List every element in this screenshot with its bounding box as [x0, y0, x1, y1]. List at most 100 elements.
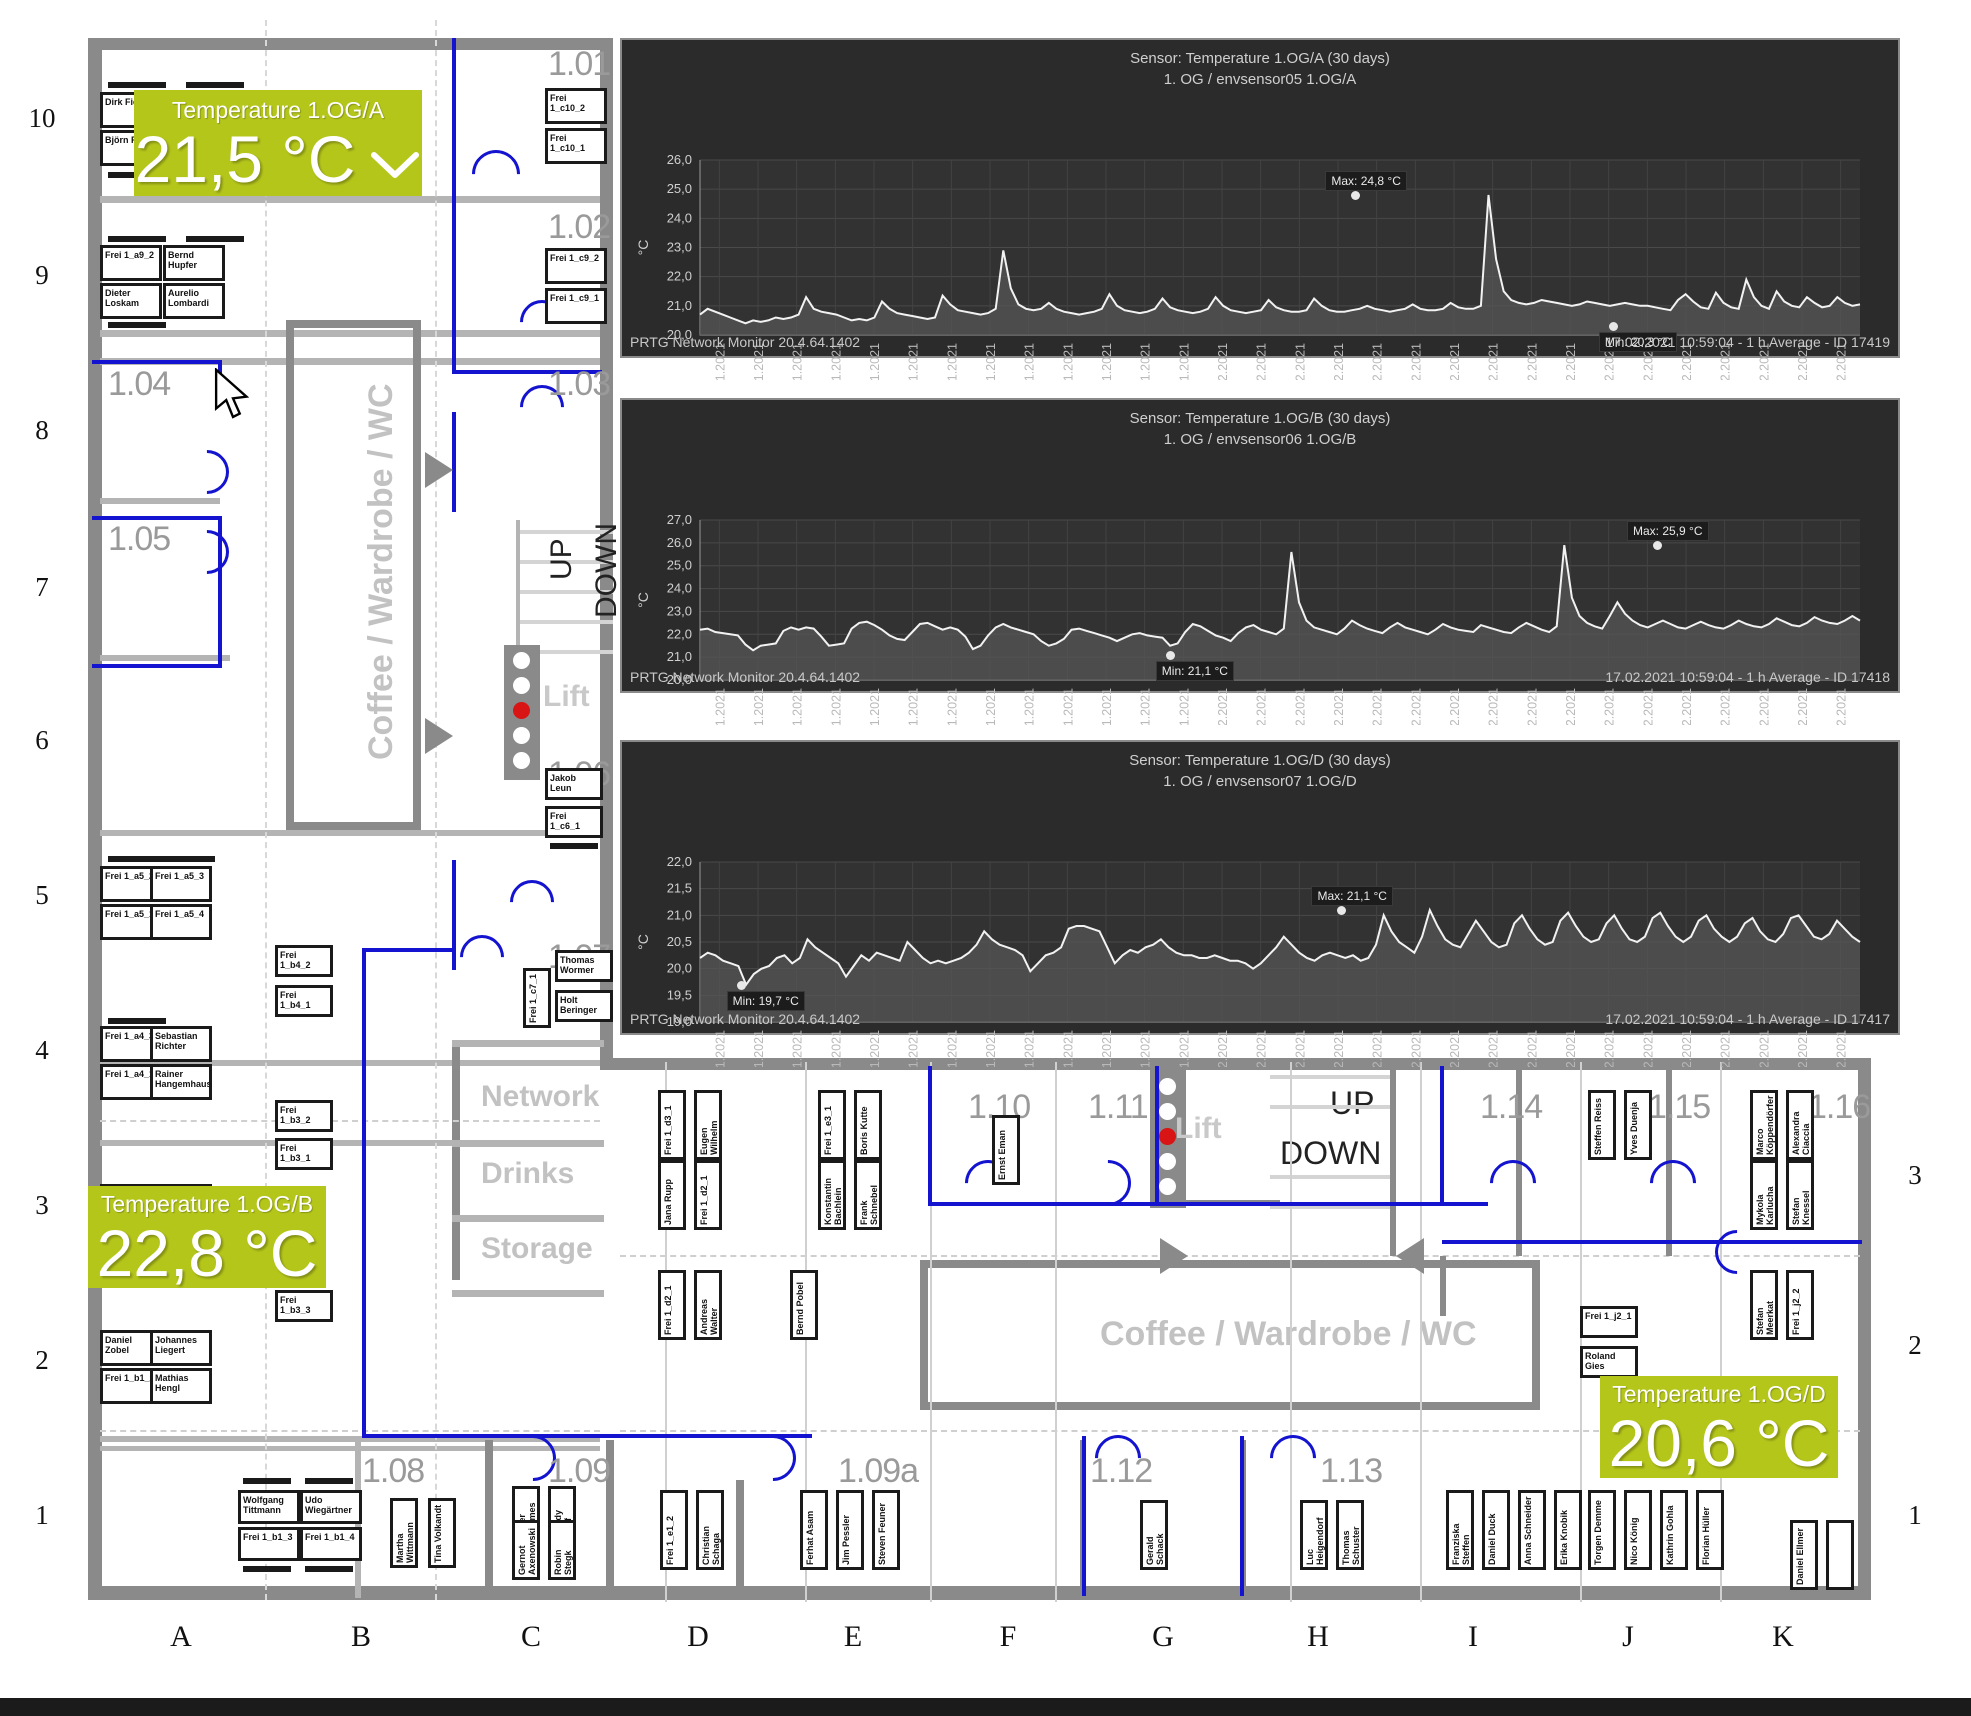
- zone-label-lift-upper: Lift: [543, 680, 590, 713]
- nameplate[interactable]: Steven Feuner: [872, 1490, 900, 1570]
- badge-temp-b[interactable]: Temperature 1.OG/B 22,8 °C: [88, 1186, 326, 1288]
- nameplate[interactable]: Rainer Hangemhausen: [150, 1064, 212, 1100]
- nameplate[interactable]: Marco Köppendörfer: [1750, 1090, 1778, 1160]
- nameplate[interactable]: Ernst Eman: [992, 1115, 1020, 1185]
- svg-text:27,0: 27,0: [667, 512, 692, 527]
- nameplate[interactable]: Luc Heigendorf: [1300, 1500, 1328, 1570]
- nameplate[interactable]: Martha Wittmann: [390, 1498, 418, 1568]
- nameplate[interactable]: Aurelio Lombardi: [163, 283, 225, 319]
- svg-text:24.01.2021: 24.01.2021: [907, 688, 921, 725]
- svg-text:30.01.2021: 30.01.2021: [1139, 1030, 1153, 1067]
- nameplate[interactable]: Frei 1_b4_2: [275, 945, 333, 977]
- nameplate[interactable]: Andreas Walter: [694, 1270, 722, 1340]
- nameplate[interactable]: Frei 1_b1_4: [300, 1527, 362, 1561]
- nameplate[interactable]: Bernd Hupfer: [163, 245, 225, 281]
- nameplate[interactable]: Frei 1_d3_1: [658, 1090, 686, 1160]
- nameplate[interactable]: Frei 1_a5_4: [150, 904, 212, 940]
- nameplate[interactable]: Jim Pessler: [836, 1490, 864, 1570]
- nameplate[interactable]: Dieter Loskam: [100, 283, 162, 319]
- ruler-col-h: H: [1307, 1620, 1329, 1653]
- nameplate[interactable]: [1826, 1520, 1854, 1590]
- ruler-col-j: J: [1622, 1620, 1634, 1653]
- nameplate[interactable]: Stefan Meerkat: [1750, 1270, 1778, 1340]
- nameplate[interactable]: Florian Hüller: [1696, 1490, 1724, 1570]
- nameplate[interactable]: Holt Beringer: [555, 990, 613, 1022]
- svg-text:03.02.2021: 03.02.2021: [1293, 1030, 1307, 1067]
- chart-temp-b-panel[interactable]: Sensor: Temperature 1.OG/B (30 days) 1. …: [620, 398, 1900, 725]
- nameplate[interactable]: Ferhat Asam: [800, 1490, 828, 1570]
- chart-footer-left: PRTG Network Monitor 20.4.64.1402: [630, 334, 861, 350]
- nameplate[interactable]: Frei 1_j2_1: [1580, 1306, 1638, 1338]
- nameplate[interactable]: Frei 1_c9_1: [545, 288, 607, 324]
- badge-temp-a[interactable]: Temperature 1.OG/A 21,5 °C: [134, 90, 422, 196]
- nameplate[interactable]: Frei 1_e3_1: [818, 1090, 846, 1160]
- door-line-18: [1082, 1436, 1086, 1596]
- nameplate[interactable]: Tina Volkandt: [428, 1498, 456, 1568]
- nameplate[interactable]: Thomas Wormer: [555, 950, 613, 982]
- ruler-col-c: C: [520, 1620, 541, 1653]
- nameplate[interactable]: Franziska Steffen: [1446, 1490, 1474, 1570]
- nameplate[interactable]: Jana Rupp: [658, 1160, 686, 1230]
- nameplate[interactable]: Johannes Liegert: [150, 1330, 212, 1366]
- nameplate[interactable]: Thomas Schuster: [1336, 1500, 1364, 1570]
- nameplate[interactable]: Eugen Wilhelm: [694, 1090, 722, 1160]
- nameplate[interactable]: Mykola Karlucha: [1750, 1160, 1778, 1230]
- nameplate[interactable]: Christian Schaga: [696, 1490, 724, 1570]
- nameplate[interactable]: Alexandra Ciaccia: [1786, 1090, 1814, 1160]
- nameplate[interactable]: Kathrin Gohla: [1660, 1490, 1688, 1570]
- nameplate[interactable]: Daniel Duck: [1482, 1490, 1510, 1570]
- nameplate[interactable]: Frei 1_b3_3: [275, 1290, 333, 1322]
- nameplate[interactable]: Frei 1_c9_2: [545, 248, 607, 284]
- nameplate[interactable]: Sebastian Richter: [150, 1026, 212, 1062]
- nameplate[interactable]: Frei 1_e1_2: [660, 1490, 688, 1570]
- nameplate[interactable]: Frei 1_b1_3: [238, 1527, 300, 1561]
- nameplate[interactable]: Bernd Pobel: [790, 1270, 818, 1340]
- nameplate[interactable]: Steffen Reiss: [1588, 1090, 1616, 1160]
- nameplate[interactable]: Yves Duenja: [1624, 1090, 1652, 1160]
- nameplate[interactable]: Frei 1_d2_1: [658, 1270, 686, 1340]
- nameplate[interactable]: Frei 1_c7_1: [523, 968, 551, 1028]
- nameplate[interactable]: Roland Gies: [1580, 1346, 1638, 1378]
- nameplate[interactable]: Frei 1_b4_1: [275, 985, 333, 1017]
- nameplate[interactable]: Frei 1_b3_1: [275, 1138, 333, 1170]
- nameplate[interactable]: Torgen Demme: [1588, 1490, 1616, 1570]
- nameplate[interactable]: Stefan Knessel: [1786, 1160, 1814, 1230]
- svg-text:24,0: 24,0: [667, 581, 692, 596]
- door-line-12: [362, 1434, 812, 1438]
- service-div-2: [452, 1215, 604, 1222]
- ruler-col-a: A: [170, 1620, 192, 1653]
- nameplate[interactable]: Frei 1_c10_1: [545, 128, 607, 164]
- nameplate[interactable]: Mathias Hengl: [150, 1368, 212, 1404]
- nameplate[interactable]: Frei 1_d2_1: [694, 1160, 722, 1230]
- svg-text:02.02.2021: 02.02.2021: [1255, 1030, 1269, 1067]
- nameplate[interactable]: Daniel Ellmer: [1790, 1520, 1818, 1590]
- nameplate[interactable]: Konstantin Bachlein: [818, 1160, 846, 1230]
- svg-text:22,0: 22,0: [667, 854, 692, 869]
- nameplate[interactable]: Gerald Schack: [1140, 1500, 1168, 1570]
- nameplate[interactable]: Frei 1_a9_2: [100, 245, 162, 281]
- nameplate[interactable]: Frei 1_a5_3: [150, 866, 212, 902]
- badge-temp-d[interactable]: Temperature 1.OG/D 20,6 °C: [1600, 1376, 1838, 1478]
- nameplate[interactable]: Anna Schneider: [1518, 1490, 1546, 1570]
- chevron-down-icon[interactable]: [369, 124, 421, 194]
- desk-line: [243, 1478, 291, 1484]
- door-line-4: [92, 360, 222, 364]
- nameplate[interactable]: Nico König: [1624, 1490, 1652, 1570]
- chart-temp-a-panel[interactable]: Sensor: Temperature 1.OG/A (30 days) 1. …: [620, 38, 1900, 380]
- nameplate[interactable]: Erika Knobik: [1554, 1490, 1582, 1570]
- nameplate[interactable]: Frei 1_j2_2: [1786, 1270, 1814, 1340]
- nameplate[interactable]: Jakob Leun: [545, 768, 603, 800]
- nameplate[interactable]: Robin Stegk: [548, 1520, 576, 1580]
- nameplate[interactable]: Frei 1_c10_2: [545, 88, 607, 124]
- nameplate[interactable]: Wolfgang Tittmann: [238, 1490, 300, 1524]
- nameplate[interactable]: Gernot Axenowski: [512, 1520, 540, 1580]
- nameplate[interactable]: Boris Kutte: [854, 1090, 882, 1160]
- chart-temp-d-panel[interactable]: Sensor: Temperature 1.OG/D (30 days) 1. …: [620, 740, 1900, 1067]
- nameplate[interactable]: Udo Wiegärtner: [300, 1490, 362, 1524]
- wall-outer-right: [1858, 1058, 1871, 1598]
- nameplate[interactable]: Frei 1_c6_1: [545, 806, 603, 838]
- nameplate[interactable]: Frank Schnebel: [854, 1160, 882, 1230]
- chart-footer-left: PRTG Network Monitor 20.4.64.1402: [630, 1011, 861, 1027]
- room-number-1-12: 1.12: [1090, 1452, 1153, 1490]
- nameplate[interactable]: Frei 1_b3_2: [275, 1100, 333, 1132]
